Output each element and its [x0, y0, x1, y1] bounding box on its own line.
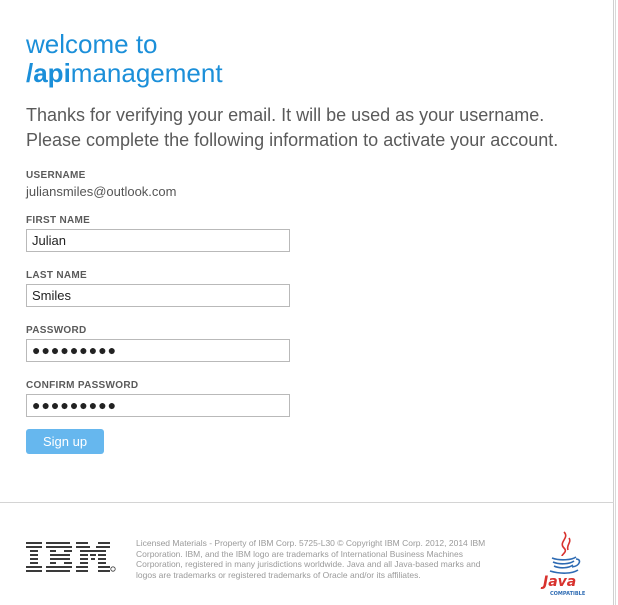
intro-line-1: Thanks for verifying your email. It will…: [26, 105, 545, 125]
product-brand: /apimanagement: [26, 59, 223, 88]
sign-up-button[interactable]: Sign up: [26, 429, 104, 454]
password-field[interactable]: ●●●●●●●●●: [26, 339, 290, 362]
welcome-heading: welcome to /apimanagement: [26, 30, 223, 88]
password-label: PASSWORD: [26, 325, 87, 336]
java-compatible-text: COMPATIBLE: [550, 591, 586, 597]
brand-suffix: management: [70, 58, 223, 88]
footer-divider: [0, 502, 614, 503]
welcome-text: welcome to: [26, 29, 158, 59]
username-value: juliansmiles@outlook.com: [26, 184, 177, 199]
intro-message: Thanks for verifying your email. It will…: [26, 103, 606, 153]
last-name-label: LAST NAME: [26, 270, 88, 281]
intro-line-2: Please complete the following informatio…: [26, 130, 559, 150]
last-name-field[interactable]: Smiles: [26, 284, 290, 307]
legal-notice: Licensed Materials - Property of IBM Cor…: [136, 538, 486, 580]
window-edge: [615, 0, 616, 605]
username-label: USERNAME: [26, 170, 86, 181]
ibm-logo: [26, 542, 116, 572]
first-name-label: FIRST NAME: [26, 215, 91, 226]
confirm-password-label: CONFIRM PASSWORD: [26, 380, 139, 391]
java-compatible-logo: Java COMPATIBLE: [540, 531, 586, 597]
java-logo-text: Java: [540, 574, 576, 590]
first-name-field[interactable]: Julian: [26, 229, 290, 252]
confirm-password-field[interactable]: ●●●●●●●●●: [26, 394, 290, 417]
brand-prefix: /api: [26, 58, 71, 88]
